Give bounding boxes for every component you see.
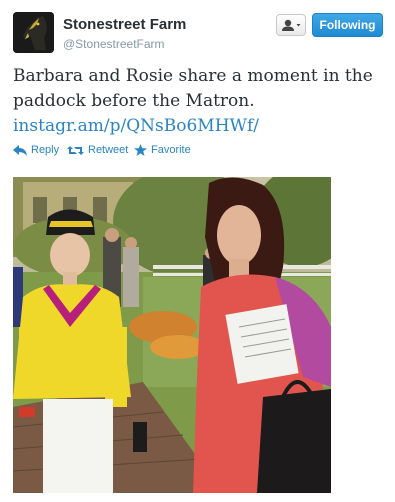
tweet-text-line-2: paddock before the Matron. xyxy=(13,91,255,111)
person-icon xyxy=(282,19,301,31)
tweet-header: Stonestreet Farm @StonestreetFarm Follow… xyxy=(0,0,395,60)
retweet-button[interactable]: Retweet xyxy=(67,144,128,156)
paddock-photo-image xyxy=(13,177,331,493)
star-icon xyxy=(134,144,147,156)
screen-name[interactable]: @StonestreetFarm xyxy=(63,37,165,51)
horse-logo-icon xyxy=(13,12,54,53)
reply-arrow-icon xyxy=(13,144,27,156)
tweet-photo[interactable] xyxy=(13,177,331,493)
reply-button[interactable]: Reply xyxy=(13,144,59,156)
retweet-label: Retweet xyxy=(88,144,129,156)
tweet-text-line-1: Barbara and Rosie share a moment in the xyxy=(13,66,373,86)
instagram-link[interactable]: instagr.am/p/QNsBo6MHWf/ xyxy=(13,116,259,136)
retweet-icon xyxy=(67,145,84,155)
favorite-button[interactable]: Favorite xyxy=(134,144,191,156)
display-name[interactable]: Stonestreet Farm xyxy=(63,16,186,33)
account-avatar[interactable] xyxy=(13,12,54,53)
tweet-text: Barbara and Rosie share a moment in the … xyxy=(13,64,385,139)
favorite-label: Favorite xyxy=(151,144,191,156)
following-button[interactable]: Following xyxy=(312,13,383,37)
user-actions-dropdown[interactable] xyxy=(276,14,306,36)
reply-label: Reply xyxy=(31,144,60,156)
